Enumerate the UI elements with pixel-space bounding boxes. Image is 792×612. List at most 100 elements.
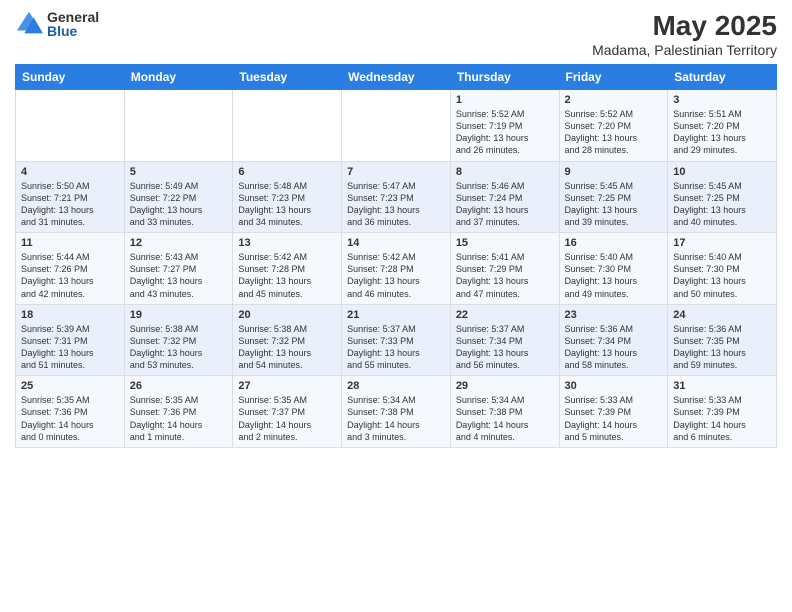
- calendar-cell: 21Sunrise: 5:37 AM Sunset: 7:33 PM Dayli…: [342, 304, 451, 376]
- calendar-cell: 11 Sunrise: 5:44 AM Sunset: 7:26 PM Dayli…: [16, 233, 125, 305]
- cell-content: Sunrise: 5:40 AM Sunset: 7:30 PM Dayligh…: [565, 251, 663, 300]
- calendar-week-5: 25 Sunrise: 5:35 AM Sunset: 7:36 PM Dayli…: [16, 376, 777, 448]
- cell-content: Sunrise: 5:35 AM Sunset: 7:37 PM Dayligh…: [238, 394, 336, 443]
- cell-content: Sunrise: 5:42 AM Sunset: 7:28 PM Dayligh…: [347, 251, 445, 300]
- calendar-page: General Blue May 2025 Madama, Palestinia…: [0, 0, 792, 612]
- calendar-cell: 16 Sunrise: 5:40 AM Sunset: 7:30 PM Dayli…: [559, 233, 668, 305]
- cell-content: Sunrise: 5:38 AM Sunset: 7:32 PM Dayligh…: [238, 323, 336, 372]
- calendar-cell: 4Sunrise: 5:50 AM Sunset: 7:21 PM Daylig…: [16, 161, 125, 233]
- cell-content: Sunrise: 5:37 AM Sunset: 7:34 PM Dayligh…: [456, 323, 554, 372]
- cell-content: Sunrise: 5:35 AM Sunset: 7:36 PM Dayligh…: [130, 394, 228, 443]
- cell-content: Sunrise: 5:36 AM Sunset: 7:35 PM Dayligh…: [673, 323, 771, 372]
- calendar-cell: [342, 90, 451, 162]
- logo-text: General Blue: [47, 10, 99, 38]
- cell-content: Sunrise: 5:47 AM Sunset: 7:23 PM Dayligh…: [347, 180, 445, 229]
- weekday-header-saturday: Saturday: [668, 65, 777, 90]
- weekday-header-thursday: Thursday: [450, 65, 559, 90]
- cell-content: Sunrise: 5:52 AM Sunset: 7:20 PM Dayligh…: [565, 108, 663, 157]
- day-number: 13: [238, 237, 336, 249]
- calendar-cell: 30 Sunrise: 5:33 AM Sunset: 7:39 PM Dayli…: [559, 376, 668, 448]
- cell-content: Sunrise: 5:35 AM Sunset: 7:36 PM Dayligh…: [21, 394, 119, 443]
- day-number: 21: [347, 309, 445, 321]
- calendar-week-1: 1Sunrise: 5:52 AM Sunset: 7:19 PM Daylig…: [16, 90, 777, 162]
- day-number: 9: [565, 166, 663, 178]
- cell-content: Sunrise: 5:49 AM Sunset: 7:22 PM Dayligh…: [130, 180, 228, 229]
- weekday-header-monday: Monday: [124, 65, 233, 90]
- calendar-cell: 3 Sunrise: 5:51 AM Sunset: 7:20 PM Daylig…: [668, 90, 777, 162]
- day-number: 15: [456, 237, 554, 249]
- day-number: 2: [565, 94, 663, 106]
- cell-content: Sunrise: 5:45 AM Sunset: 7:25 PM Dayligh…: [673, 180, 771, 229]
- calendar-cell: 14Sunrise: 5:42 AM Sunset: 7:28 PM Dayli…: [342, 233, 451, 305]
- calendar-cell: 13 Sunrise: 5:42 AM Sunset: 7:28 PM Dayli…: [233, 233, 342, 305]
- day-number: 28: [347, 380, 445, 392]
- day-number: 10: [673, 166, 771, 178]
- weekday-header-row: SundayMondayTuesdayWednesdayThursdayFrid…: [16, 65, 777, 90]
- calendar-cell: 12Sunrise: 5:43 AM Sunset: 7:27 PM Dayli…: [124, 233, 233, 305]
- day-number: 12: [130, 237, 228, 249]
- day-number: 31: [673, 380, 771, 392]
- calendar-cell: 25 Sunrise: 5:35 AM Sunset: 7:36 PM Dayli…: [16, 376, 125, 448]
- calendar-cell: [124, 90, 233, 162]
- calendar-week-2: 4Sunrise: 5:50 AM Sunset: 7:21 PM Daylig…: [16, 161, 777, 233]
- day-number: 8: [456, 166, 554, 178]
- calendar-week-3: 11 Sunrise: 5:44 AM Sunset: 7:26 PM Dayli…: [16, 233, 777, 305]
- calendar-cell: 1Sunrise: 5:52 AM Sunset: 7:19 PM Daylig…: [450, 90, 559, 162]
- cell-content: Sunrise: 5:36 AM Sunset: 7:34 PM Dayligh…: [565, 323, 663, 372]
- day-number: 7: [347, 166, 445, 178]
- cell-content: Sunrise: 5:51 AM Sunset: 7:20 PM Dayligh…: [673, 108, 771, 157]
- title-block: May 2025 Madama, Palestinian Territory: [592, 10, 777, 58]
- weekday-header-tuesday: Tuesday: [233, 65, 342, 90]
- day-number: 22: [456, 309, 554, 321]
- calendar-cell: 17 Sunrise: 5:40 AM Sunset: 7:30 PM Dayli…: [668, 233, 777, 305]
- subtitle: Madama, Palestinian Territory: [592, 42, 777, 58]
- day-number: 3: [673, 94, 771, 106]
- day-number: 20: [238, 309, 336, 321]
- cell-content: Sunrise: 5:42 AM Sunset: 7:28 PM Dayligh…: [238, 251, 336, 300]
- day-number: 26: [130, 380, 228, 392]
- calendar-cell: 27Sunrise: 5:35 AM Sunset: 7:37 PM Dayli…: [233, 376, 342, 448]
- cell-content: Sunrise: 5:48 AM Sunset: 7:23 PM Dayligh…: [238, 180, 336, 229]
- day-number: 24: [673, 309, 771, 321]
- calendar-cell: 2 Sunrise: 5:52 AM Sunset: 7:20 PM Daylig…: [559, 90, 668, 162]
- calendar-cell: 8Sunrise: 5:46 AM Sunset: 7:24 PM Daylig…: [450, 161, 559, 233]
- weekday-header-friday: Friday: [559, 65, 668, 90]
- calendar-cell: 23Sunrise: 5:36 AM Sunset: 7:34 PM Dayli…: [559, 304, 668, 376]
- day-number: 25: [21, 380, 119, 392]
- logo-general: General: [47, 10, 99, 24]
- cell-content: Sunrise: 5:52 AM Sunset: 7:19 PM Dayligh…: [456, 108, 554, 157]
- cell-content: Sunrise: 5:44 AM Sunset: 7:26 PM Dayligh…: [21, 251, 119, 300]
- day-number: 4: [21, 166, 119, 178]
- day-number: 17: [673, 237, 771, 249]
- cell-content: Sunrise: 5:40 AM Sunset: 7:30 PM Dayligh…: [673, 251, 771, 300]
- calendar-cell: 10 Sunrise: 5:45 AM Sunset: 7:25 PM Dayli…: [668, 161, 777, 233]
- calendar-cell: 26 Sunrise: 5:35 AM Sunset: 7:36 PM Dayli…: [124, 376, 233, 448]
- logo-blue: Blue: [47, 24, 99, 38]
- calendar-cell: 24 Sunrise: 5:36 AM Sunset: 7:35 PM Dayli…: [668, 304, 777, 376]
- main-title: May 2025: [592, 10, 777, 42]
- weekday-header-sunday: Sunday: [16, 65, 125, 90]
- day-number: 11: [21, 237, 119, 249]
- cell-content: Sunrise: 5:45 AM Sunset: 7:25 PM Dayligh…: [565, 180, 663, 229]
- calendar-cell: 5Sunrise: 5:49 AM Sunset: 7:22 PM Daylig…: [124, 161, 233, 233]
- day-number: 30: [565, 380, 663, 392]
- day-number: 29: [456, 380, 554, 392]
- weekday-header-wednesday: Wednesday: [342, 65, 451, 90]
- cell-content: Sunrise: 5:33 AM Sunset: 7:39 PM Dayligh…: [673, 394, 771, 443]
- cell-content: Sunrise: 5:33 AM Sunset: 7:39 PM Dayligh…: [565, 394, 663, 443]
- calendar-cell: 28 Sunrise: 5:34 AM Sunset: 7:38 PM Dayli…: [342, 376, 451, 448]
- calendar-cell: 20 Sunrise: 5:38 AM Sunset: 7:32 PM Dayli…: [233, 304, 342, 376]
- calendar-cell: 31 Sunrise: 5:33 AM Sunset: 7:39 PM Dayli…: [668, 376, 777, 448]
- calendar-cell: 6Sunrise: 5:48 AM Sunset: 7:23 PM Daylig…: [233, 161, 342, 233]
- calendar-cell: 7 Sunrise: 5:47 AM Sunset: 7:23 PM Daylig…: [342, 161, 451, 233]
- cell-content: Sunrise: 5:34 AM Sunset: 7:38 PM Dayligh…: [347, 394, 445, 443]
- calendar-cell: 19Sunrise: 5:38 AM Sunset: 7:32 PM Dayli…: [124, 304, 233, 376]
- day-number: 16: [565, 237, 663, 249]
- calendar-cell: 9 Sunrise: 5:45 AM Sunset: 7:25 PM Daylig…: [559, 161, 668, 233]
- calendar-cell: 15Sunrise: 5:41 AM Sunset: 7:29 PM Dayli…: [450, 233, 559, 305]
- cell-content: Sunrise: 5:39 AM Sunset: 7:31 PM Dayligh…: [21, 323, 119, 372]
- calendar-cell: [233, 90, 342, 162]
- calendar-cell: [16, 90, 125, 162]
- page-header: General Blue May 2025 Madama, Palestinia…: [15, 10, 777, 58]
- cell-content: Sunrise: 5:38 AM Sunset: 7:32 PM Dayligh…: [130, 323, 228, 372]
